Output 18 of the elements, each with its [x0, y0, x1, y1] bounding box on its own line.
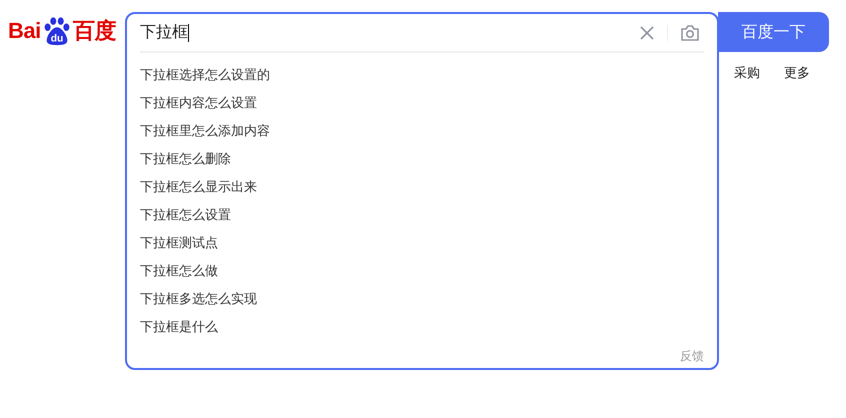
suggestion-item[interactable]: 下拉框内容怎么设置: [140, 93, 704, 121]
close-icon[interactable]: [639, 24, 655, 40]
camera-icon[interactable]: [680, 24, 700, 42]
search-field[interactable]: 下拉框: [140, 20, 635, 44]
suggestion-item[interactable]: 下拉框怎么做: [140, 261, 704, 289]
suggestion-item[interactable]: 下拉框里怎么添加内容: [140, 121, 704, 149]
logo-text: Bai: [8, 18, 41, 44]
logo-text: 百度: [72, 18, 116, 44]
suggestion-item[interactable]: 下拉框怎么显示出来: [140, 177, 704, 205]
nav-link[interactable]: 更多: [784, 64, 810, 82]
suggestion-item[interactable]: 下拉框选择怎么设置的: [140, 65, 704, 93]
suggestion-item[interactable]: 下拉框怎么设置: [140, 205, 704, 233]
suggestion-item[interactable]: 下拉框多选怎么实现: [140, 289, 704, 317]
suggestion-item[interactable]: 下拉框测试点: [140, 233, 704, 261]
search-button[interactable]: 百度一下: [718, 12, 829, 52]
suggestion-item[interactable]: 下拉框是什么: [140, 317, 704, 345]
suggestion-item[interactable]: 下拉框怎么删除: [140, 149, 704, 177]
nav-link[interactable]: 采购: [734, 64, 760, 82]
